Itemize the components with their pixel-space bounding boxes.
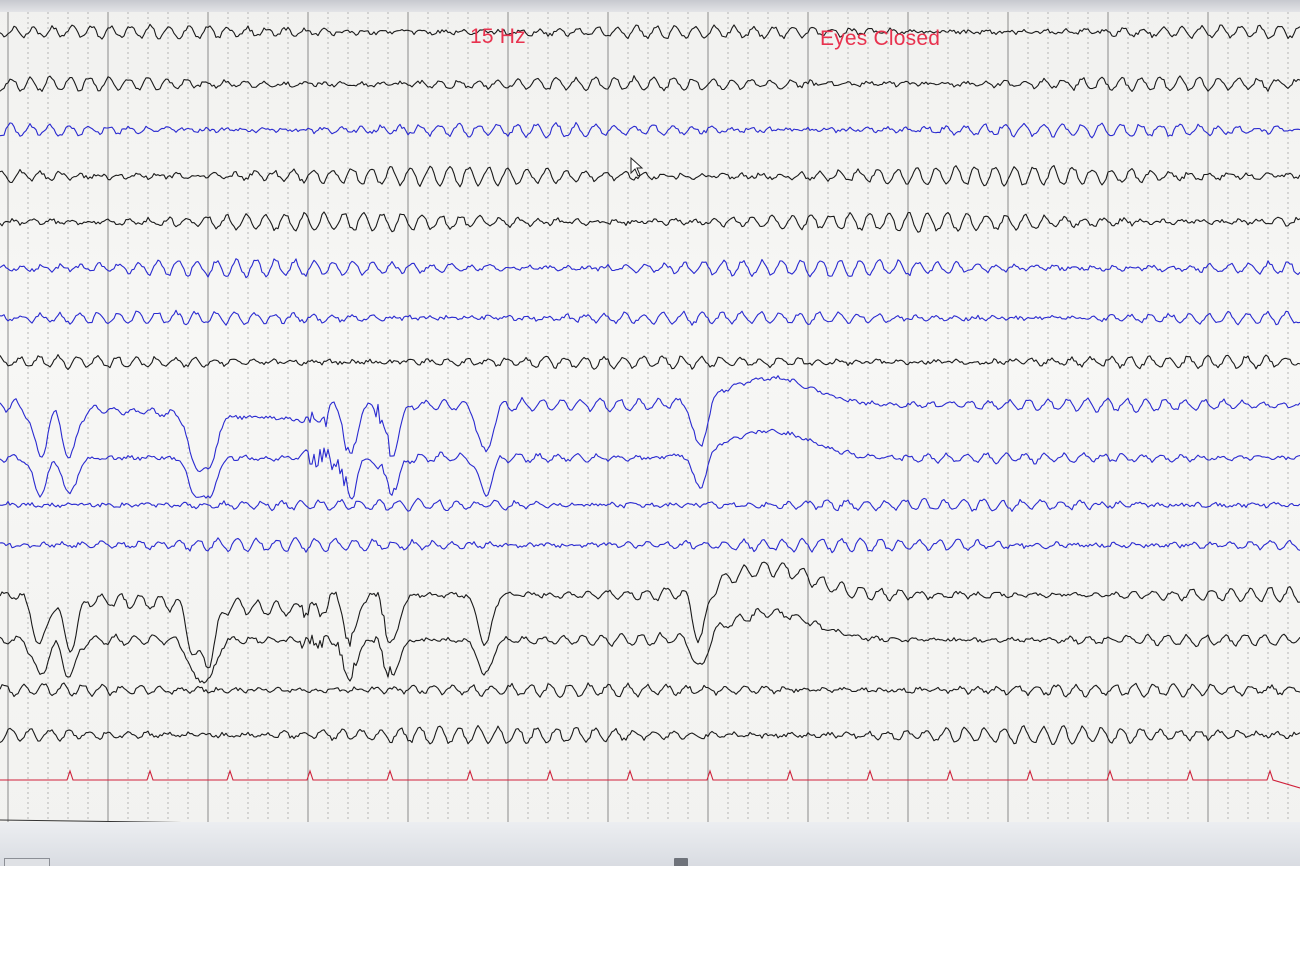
eeg-channel-trace: [0, 165, 1300, 188]
monitor-bottom-edge: [0, 866, 1300, 956]
eeg-channel-trace: [0, 354, 1300, 371]
eeg-channel-trace: [0, 497, 1300, 512]
timeline-scroll-thumb[interactable]: [674, 858, 688, 866]
eeg-channel-trace: [0, 607, 1300, 684]
frequency-annotation: 15 Hz: [470, 25, 526, 48]
eeg-channel-trace: [0, 724, 1300, 745]
eeg-channel-trace: [0, 561, 1300, 669]
eeg-channel-trace: [0, 375, 1300, 473]
ecg-trace: [0, 769, 1300, 789]
time-grid: [7, 12, 1289, 822]
eyes-closed-annotation: Eyes Closed: [820, 27, 941, 50]
eeg-channel-trace: [0, 428, 1300, 500]
eeg-channel-trace: [0, 121, 1300, 139]
eeg-channel-trace: [0, 682, 1300, 698]
eeg-channel-trace: [0, 258, 1300, 279]
eeg-channel-trace: [0, 23, 1300, 40]
event-marker-strip: [0, 822, 1300, 866]
eeg-channel-trace: [0, 211, 1300, 233]
eeg-trace-area[interactable]: [0, 0, 1300, 866]
eeg-channel-trace: [0, 537, 1300, 554]
eeg-channel-trace: [0, 309, 1300, 326]
scroll-left-button[interactable]: [4, 858, 50, 866]
eeg-viewer-screen: 15 Hz Eyes Closed: [0, 0, 1300, 866]
pointer-arrow-icon: [630, 157, 644, 177]
eeg-channel-trace: [0, 75, 1300, 92]
